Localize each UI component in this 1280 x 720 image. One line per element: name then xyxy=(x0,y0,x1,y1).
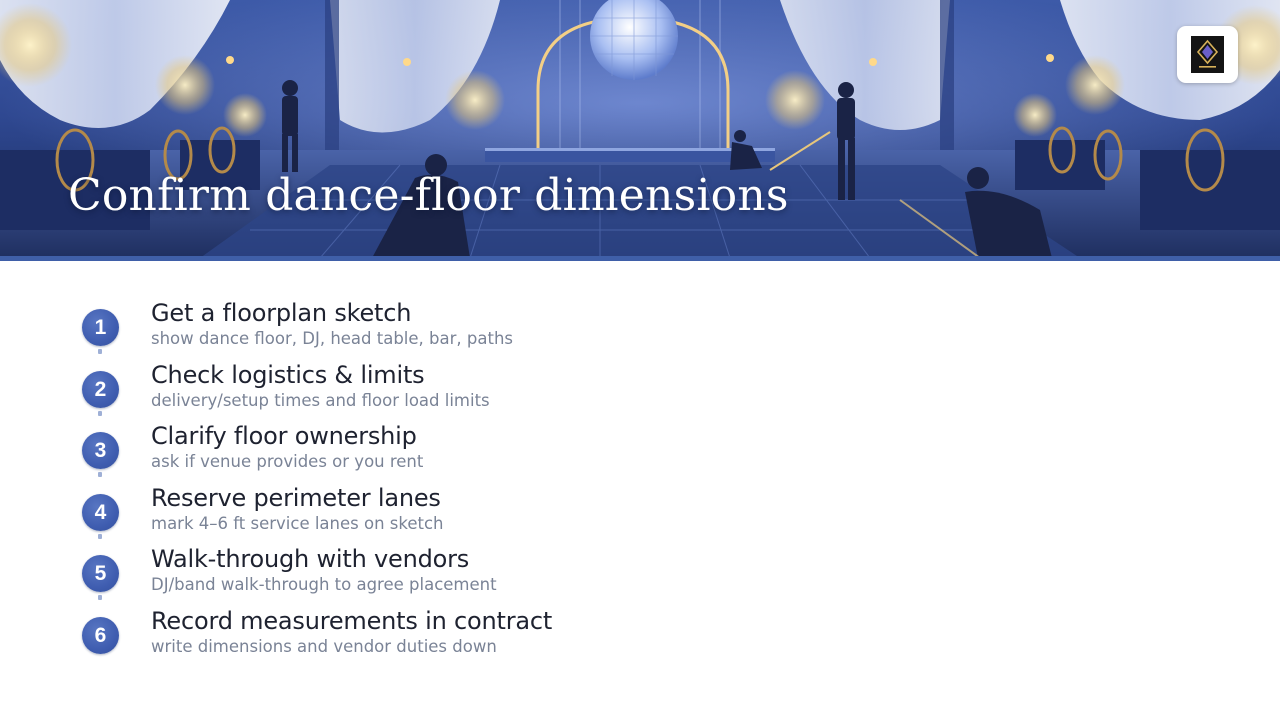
step-number-badge: 4 xyxy=(82,494,119,531)
step-number-badge: 2 xyxy=(82,371,119,408)
page-title: Confirm dance-floor dimensions xyxy=(68,170,789,221)
list-item: 3 Clarify floor ownership ask if venue p… xyxy=(0,422,700,482)
step-description: mark 4–6 ft service lanes on sketch xyxy=(151,514,444,533)
step-title: Record measurements in contract xyxy=(151,607,553,635)
step-description: delivery/setup times and floor load limi… xyxy=(151,391,490,410)
step-description: show dance floor, DJ, head table, bar, p… xyxy=(151,329,514,348)
step-title: Reserve perimeter lanes xyxy=(151,484,441,512)
list-item: 2 Check logistics & limits delivery/setu… xyxy=(0,361,700,421)
list-item: 5 Walk-through with vendors DJ/band walk… xyxy=(0,545,700,605)
list-item: 4 Reserve perimeter lanes mark 4–6 ft se… xyxy=(0,484,700,544)
header-banner: Confirm dance-floor dimensions xyxy=(0,0,1280,258)
step-number-badge: 3 xyxy=(82,432,119,469)
step-connector xyxy=(98,411,102,416)
list-item: 6 Record measurements in contract write … xyxy=(0,607,700,667)
step-number-badge: 1 xyxy=(82,309,119,346)
step-connector xyxy=(98,534,102,539)
step-title: Check logistics & limits xyxy=(151,361,425,389)
step-number-badge: 5 xyxy=(82,555,119,592)
brand-logo-icon xyxy=(1191,36,1224,73)
list-item: 1 Get a floorplan sketch show dance floo… xyxy=(0,299,700,359)
step-description: ask if venue provides or you rent xyxy=(151,452,424,471)
step-description: write dimensions and vendor duties down xyxy=(151,637,497,656)
step-title: Clarify floor ownership xyxy=(151,422,417,450)
step-number-badge: 6 xyxy=(82,617,119,654)
step-connector xyxy=(98,595,102,600)
step-connector xyxy=(98,472,102,477)
step-description: DJ/band walk-through to agree placement xyxy=(151,575,497,594)
banner-divider xyxy=(0,256,1280,261)
step-connector xyxy=(98,349,102,354)
step-title: Get a floorplan sketch xyxy=(151,299,412,327)
step-title: Walk-through with vendors xyxy=(151,545,470,573)
brand-logo[interactable] xyxy=(1177,26,1238,83)
